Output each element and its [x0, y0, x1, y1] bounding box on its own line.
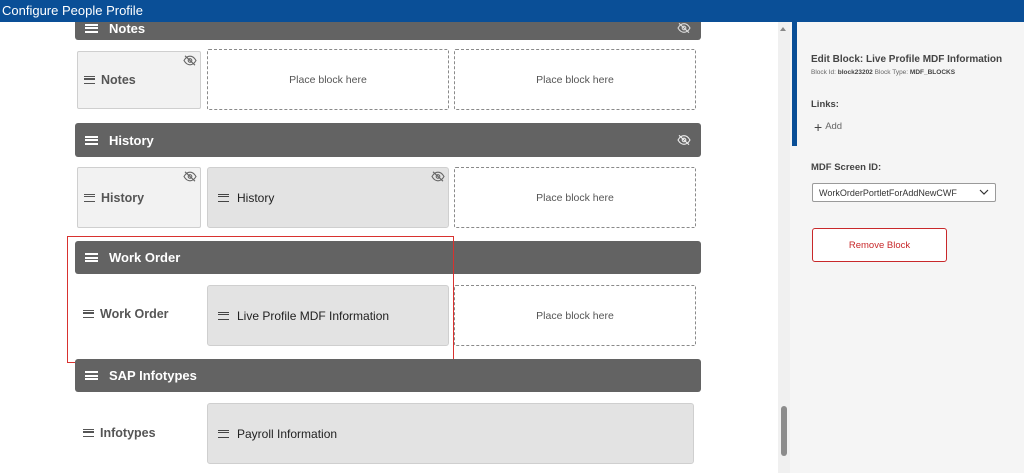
mdf-screen-id-value: WorkOrderPortletForAddNewCWF	[819, 187, 957, 198]
block-id-value: block23202	[837, 69, 873, 76]
plus-icon: +	[814, 118, 823, 135]
section-title: Notes	[109, 22, 146, 36]
hamburger-icon[interactable]	[83, 310, 94, 318]
section-title: Work Order	[109, 250, 181, 265]
chevron-down-icon	[979, 189, 989, 195]
section-header-notes[interactable]: Notes	[75, 22, 701, 40]
hidden-eye-icon[interactable]	[677, 23, 691, 34]
hamburger-icon[interactable]	[84, 193, 95, 202]
drop-slot[interactable]: Place block here	[454, 167, 696, 228]
block-type-value: MDF_BLOCKS	[909, 69, 956, 76]
hamburger-icon[interactable]	[218, 311, 229, 320]
hamburger-icon[interactable]	[85, 135, 98, 145]
hamburger-icon[interactable]	[84, 76, 95, 84]
add-link-label: Add	[825, 121, 843, 132]
hamburger-icon[interactable]	[83, 429, 94, 437]
block-label-text: Notes	[101, 73, 136, 87]
links-label: Links:	[811, 99, 839, 110]
hamburger-icon[interactable]	[218, 429, 229, 438]
section-title: SAP Infotypes	[109, 368, 197, 383]
add-link-button[interactable]: + Add	[814, 118, 843, 135]
panel-accent-bar	[792, 22, 797, 146]
block-type-label: Block Type:	[874, 69, 909, 76]
hidden-eye-icon[interactable]	[677, 135, 691, 146]
block-live-profile-mdf-information[interactable]: Live Profile MDF Information	[207, 285, 449, 346]
profile-layout-canvas: Notes Notes Place block here Place block…	[0, 22, 790, 473]
mdf-screen-id-label: MDF Screen ID:	[811, 162, 882, 173]
drop-slot[interactable]: Place block here	[454, 285, 696, 346]
section-header-work-order[interactable]: Work Order	[75, 241, 701, 274]
block-title: History	[237, 190, 275, 205]
panel-title: Edit Block: Live Profile MDF Information	[811, 54, 1003, 65]
drop-slot[interactable]: Place block here	[454, 49, 696, 110]
window-title: Configure People Profile	[0, 0, 1024, 22]
block-payroll-information[interactable]: Payroll Information	[207, 403, 694, 464]
section-title: History	[109, 132, 154, 148]
block-label-work-order[interactable]: Work Order	[77, 284, 201, 344]
mdf-screen-id-select[interactable]: WorkOrderPortletForAddNewCWF	[812, 183, 996, 202]
vertical-scrollbar[interactable]	[778, 22, 790, 473]
block-meta: Block Id: block23202 Block Type: MDF_BLO…	[811, 69, 955, 76]
hamburger-icon[interactable]	[218, 193, 229, 202]
block-title: Live Profile MDF Information	[237, 308, 390, 323]
block-label-notes[interactable]: Notes	[77, 51, 201, 109]
edit-block-panel: Edit Block: Live Profile MDF Information…	[790, 22, 1024, 473]
block-title: Payroll Information	[237, 426, 338, 441]
block-label-text: History	[101, 190, 145, 205]
scrollbar-thumb[interactable]	[781, 406, 787, 456]
hidden-eye-icon[interactable]	[183, 55, 197, 66]
hidden-eye-icon[interactable]	[431, 171, 445, 182]
drop-slot[interactable]: Place block here	[207, 49, 449, 110]
remove-block-button[interactable]: Remove Block	[812, 228, 947, 262]
hidden-eye-icon[interactable]	[183, 171, 197, 182]
hamburger-icon[interactable]	[85, 371, 98, 380]
block-label-infotypes[interactable]: Infotypes	[77, 403, 201, 463]
block-label-text: Work Order	[100, 307, 169, 321]
hamburger-icon[interactable]	[85, 253, 98, 262]
scroll-up-arrow-icon[interactable]	[780, 27, 786, 31]
block-label-history[interactable]: History	[77, 167, 201, 228]
hamburger-icon[interactable]	[85, 23, 98, 33]
section-header-sap-infotypes[interactable]: SAP Infotypes	[75, 359, 701, 392]
section-header-history[interactable]: History	[75, 123, 701, 157]
block-id-label: Block Id:	[811, 69, 836, 76]
block-label-text: Infotypes	[100, 426, 156, 440]
block-history[interactable]: History	[207, 167, 449, 228]
